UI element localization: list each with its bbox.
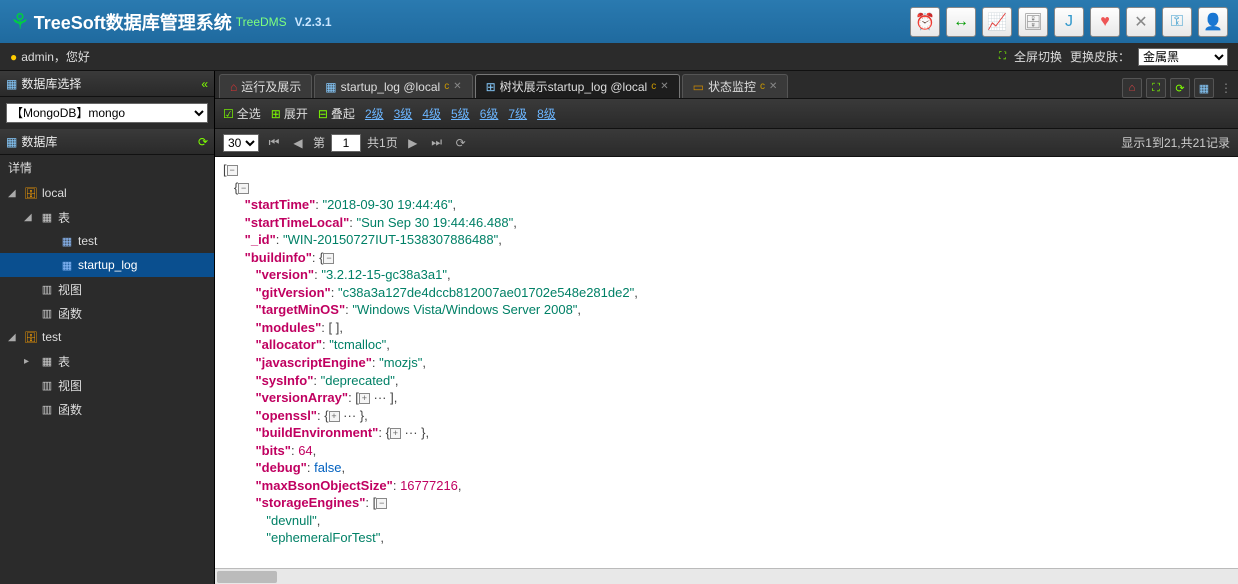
database-icon[interactable]: 🗄 bbox=[1018, 7, 1048, 37]
last-page-icon[interactable]: ⏭ bbox=[428, 134, 446, 152]
collapse-toggle[interactable]: − bbox=[323, 253, 334, 264]
expand-button[interactable]: ⊞展开 bbox=[271, 105, 308, 122]
json-viewer[interactable]: [− {− "startTime": "2018-09-30 19:44:46"… bbox=[215, 157, 1238, 584]
grid-icon: ▦ bbox=[6, 77, 17, 91]
tree-node-test-funcs[interactable]: ▥函数 bbox=[0, 397, 214, 421]
expand-toggle[interactable]: + bbox=[329, 411, 340, 422]
tree-node-funcs[interactable]: ▥函数 bbox=[0, 301, 214, 325]
collapse-toggle[interactable]: − bbox=[376, 498, 387, 509]
close-icon[interactable]: ✕ bbox=[660, 81, 668, 92]
db-select-panel-head: ▦ 数据库选择 « bbox=[0, 71, 214, 97]
sidebar: ▦ 数据库选择 « 【MongoDB】mongo ▦ 数据库 ⟳ 详情 ◢🗄lo… bbox=[0, 71, 215, 584]
grid-icon: ▦ bbox=[6, 135, 17, 149]
more-icon[interactable]: ⋮ bbox=[1220, 81, 1232, 95]
collapse-button[interactable]: ⊟叠起 bbox=[318, 105, 355, 122]
j-icon[interactable]: J bbox=[1054, 7, 1084, 37]
home-button[interactable]: ⌂ bbox=[1122, 78, 1142, 98]
database-tree: ◢🗄local ◢▦表 ▦test ▦startup_log ▥视图 ▥函数 ◢… bbox=[0, 179, 214, 584]
db-panel-head: ▦ 数据库 ⟳ bbox=[0, 129, 214, 155]
db-panel-title: 数据库 bbox=[21, 133, 57, 150]
app-subtitle: TreeDMS bbox=[236, 15, 287, 29]
app-version: V.2.3.1 bbox=[295, 15, 332, 29]
chart-icon[interactable]: 📈 bbox=[982, 7, 1012, 37]
expand-toggle[interactable]: + bbox=[390, 428, 401, 439]
home-icon: ⌂ bbox=[230, 80, 237, 94]
layout-button[interactable]: ▦ bbox=[1194, 78, 1214, 98]
page-size-select[interactable]: 30 bbox=[223, 134, 259, 152]
refresh-button[interactable]: ⟳ bbox=[1170, 78, 1190, 98]
tree-node-tables[interactable]: ◢▦表 bbox=[0, 205, 214, 229]
horizontal-scrollbar[interactable] bbox=[215, 568, 1238, 584]
user-icon[interactable]: 👤 bbox=[1198, 7, 1228, 37]
tab-status-monitor[interactable]: ▭状态监控c✕ bbox=[682, 74, 789, 98]
level-4[interactable]: 4级 bbox=[422, 105, 441, 122]
app-header: ⚘ TreeSoft数据库管理系统 TreeDMS V.2.3.1 ⏰ ↔ 📈 … bbox=[0, 0, 1238, 43]
tree-node-test-views[interactable]: ▥视图 bbox=[0, 373, 214, 397]
tree-node-test-table[interactable]: ▦test bbox=[0, 229, 214, 253]
app-title: TreeSoft数据库管理系统 bbox=[34, 9, 232, 35]
tab-run-display[interactable]: ⌂运行及展示 bbox=[219, 74, 312, 98]
database-dropdown[interactable]: 【MongoDB】mongo bbox=[6, 103, 208, 123]
tree-node-startup-log[interactable]: ▦startup_log bbox=[0, 253, 214, 277]
prev-page-icon[interactable]: ◀ bbox=[289, 134, 307, 152]
level-links: 2级 3级 4级 5级 6级 7级 8级 bbox=[365, 105, 556, 122]
tab-tree-startup-log[interactable]: ⊞树状展示startup_log @localc✕ bbox=[475, 74, 680, 98]
select-all-button[interactable]: ☑全选 bbox=[223, 105, 261, 122]
first-page-icon[interactable]: ⏮ bbox=[265, 134, 283, 152]
tools-icon[interactable]: ✕ bbox=[1126, 7, 1156, 37]
close-icon[interactable]: ✕ bbox=[453, 81, 461, 92]
tree-node-test-tables[interactable]: ▸▦表 bbox=[0, 349, 214, 373]
page-post-label: 共1页 bbox=[367, 134, 398, 151]
heart-icon[interactable]: ♥ bbox=[1090, 7, 1120, 37]
level-2[interactable]: 2级 bbox=[365, 105, 384, 122]
record-summary: 显示1到21,共21记录 bbox=[1121, 134, 1230, 151]
user-badge-icon: ● bbox=[10, 50, 17, 64]
content-toolbar: ☑全选 ⊞展开 ⊟叠起 2级 3级 4级 5级 6级 7级 8级 bbox=[215, 99, 1238, 129]
collapse-sidebar-icon[interactable]: « bbox=[201, 77, 208, 91]
level-8[interactable]: 8级 bbox=[537, 105, 556, 122]
tree-view-icon: ⊞ bbox=[486, 80, 496, 94]
fullscreen-icon[interactable]: ⛶ bbox=[999, 51, 1006, 62]
sub-header: ● admin，您好 ⛶ 全屏切换 更换皮肤： 金属黑 bbox=[0, 43, 1238, 71]
refresh-icon[interactable]: ⟳ bbox=[198, 135, 208, 149]
greeting-text: admin，您好 bbox=[21, 48, 90, 65]
detail-label: 详情 bbox=[0, 155, 214, 179]
tab-bar: ⌂运行及展示 ▦startup_log @localc✕ ⊞树状展示startu… bbox=[215, 71, 1238, 99]
page-number-input[interactable] bbox=[331, 134, 361, 152]
swap-icon[interactable]: ↔ bbox=[946, 7, 976, 37]
key-icon[interactable]: ⚿ bbox=[1162, 7, 1192, 37]
skin-select[interactable]: 金属黑 bbox=[1138, 48, 1228, 66]
tree-node-views[interactable]: ▥视图 bbox=[0, 277, 214, 301]
content-area: ⌂运行及展示 ▦startup_log @localc✕ ⊞树状展示startu… bbox=[215, 71, 1238, 584]
db-select-title: 数据库选择 bbox=[21, 75, 81, 92]
fullscreen-button[interactable]: ⛶ bbox=[1146, 78, 1166, 98]
expand-toggle[interactable]: + bbox=[359, 393, 370, 404]
fullscreen-label[interactable]: 全屏切换 bbox=[1014, 48, 1062, 65]
header-toolbar: ⏰ ↔ 📈 🗄 J ♥ ✕ ⚿ 👤 bbox=[910, 7, 1228, 37]
tree-node-test-db[interactable]: ◢🗄test bbox=[0, 325, 214, 349]
page-pre-label: 第 bbox=[313, 134, 325, 151]
reload-icon[interactable]: ⟳ bbox=[452, 134, 470, 152]
level-7[interactable]: 7级 bbox=[508, 105, 527, 122]
table-icon: ▦ bbox=[325, 80, 336, 94]
close-icon[interactable]: ✕ bbox=[769, 81, 777, 92]
pager-bar: 30 ⏮ ◀ 第 共1页 ▶ ⏭ ⟳ 显示1到21,共21记录 bbox=[215, 129, 1238, 157]
level-6[interactable]: 6级 bbox=[480, 105, 499, 122]
clock-icon[interactable]: ⏰ bbox=[910, 7, 940, 37]
tab-startup-log[interactable]: ▦startup_log @localc✕ bbox=[314, 74, 472, 98]
skin-label: 更换皮肤： bbox=[1070, 48, 1130, 65]
monitor-icon: ▭ bbox=[693, 80, 704, 94]
level-5[interactable]: 5级 bbox=[451, 105, 470, 122]
tree-node-local[interactable]: ◢🗄local bbox=[0, 181, 214, 205]
tree-icon: ⚘ bbox=[10, 9, 30, 35]
next-page-icon[interactable]: ▶ bbox=[404, 134, 422, 152]
collapse-toggle[interactable]: − bbox=[227, 165, 238, 176]
collapse-toggle[interactable]: − bbox=[238, 183, 249, 194]
level-3[interactable]: 3级 bbox=[394, 105, 413, 122]
